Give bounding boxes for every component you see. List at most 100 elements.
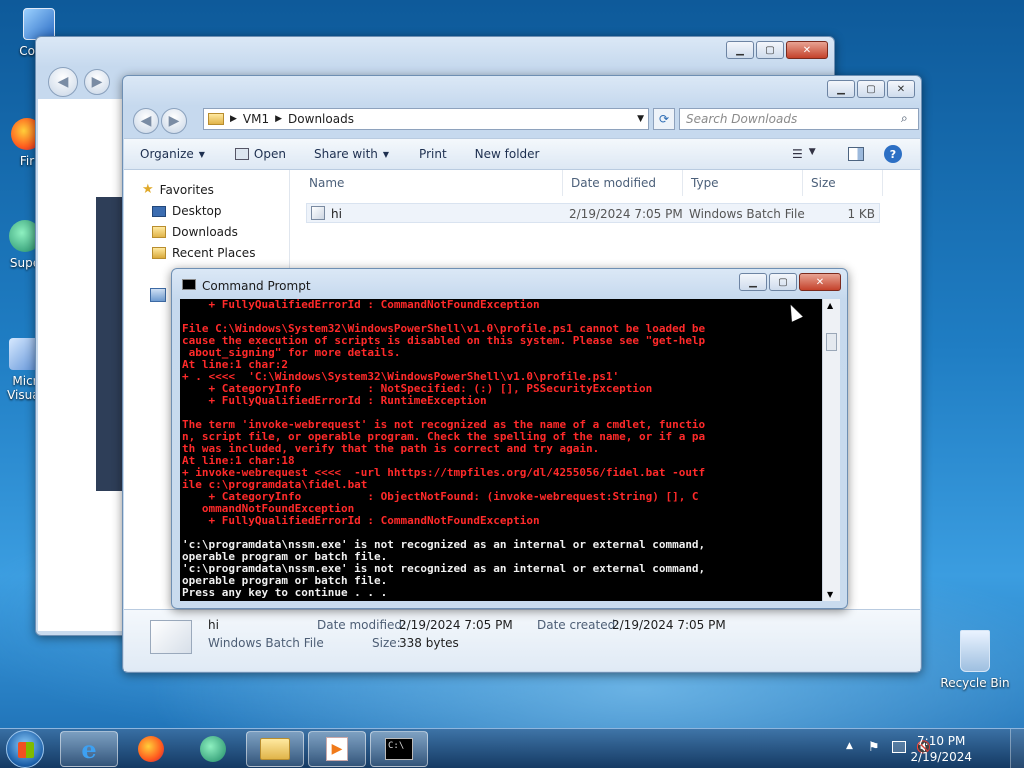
console-output[interactable]: + FullyQualifiedErrorId : CommandNotFoun…: [180, 299, 822, 601]
details-date-modified: 2/19/2024 7:05 PM: [399, 618, 513, 632]
taskbar-app[interactable]: [184, 731, 242, 767]
nav-downloads[interactable]: Downloads: [152, 225, 238, 239]
folder-icon: [260, 738, 290, 760]
details-file-icon: [150, 620, 192, 654]
taskbar-firefox[interactable]: [122, 731, 180, 767]
preview-pane-button[interactable]: [848, 147, 864, 161]
refresh-icon: ⟳: [658, 112, 670, 126]
new-folder-label: New folder: [474, 147, 540, 161]
nav-recent-places[interactable]: Recent Places: [152, 246, 255, 260]
taskbar: e ▶ C:\ ▲ ⚑ 🔇 7:10 PM 2/19/2024: [0, 728, 1024, 768]
media-player-icon: ▶: [326, 737, 348, 761]
command-prompt-window[interactable]: Command Prompt ▁ ▢ ✕ + FullyQualifiedErr…: [171, 268, 848, 609]
chevron-down-icon: ▼: [382, 149, 390, 159]
organize-button[interactable]: Organize ▼: [140, 147, 205, 161]
share-with-button[interactable]: Share with ▼: [314, 147, 389, 161]
view-list-icon: ☰: [792, 147, 803, 161]
breadcrumb-downloads[interactable]: Downloads: [288, 112, 354, 126]
breadcrumb-vm1[interactable]: VM1: [243, 112, 269, 126]
close-button[interactable]: ✕: [887, 80, 915, 98]
network-icon[interactable]: [892, 741, 906, 753]
file-size: 1 KB: [847, 207, 875, 221]
nav-favorites[interactable]: ★ Favorites: [142, 182, 214, 197]
cmd-title: Command Prompt: [202, 279, 311, 293]
nav-recent-places-label: Recent Places: [172, 246, 256, 260]
windows-logo-icon: [18, 742, 34, 758]
desktop-icon-recycle-bin[interactable]: Recycle Bin: [936, 630, 1014, 690]
internet-explorer-icon: e: [81, 734, 97, 764]
desktop-icon-label: Fir: [19, 154, 35, 168]
window-controls: ▁ ▢ ✕: [726, 41, 828, 59]
column-type[interactable]: Type: [683, 170, 803, 196]
taskbar-command-prompt[interactable]: C:\: [370, 731, 428, 767]
forward-button[interactable]: ▶: [161, 108, 187, 134]
vertical-scrollbar[interactable]: ▲ ▼: [822, 299, 840, 601]
firefox-icon: [138, 736, 164, 762]
taskbar-media-player[interactable]: ▶: [308, 731, 366, 767]
console-line: + FullyQualifiedErrorId : CommandNotFoun…: [182, 299, 540, 311]
close-button[interactable]: ✕: [799, 273, 841, 291]
system-clock[interactable]: 7:10 PM 2/19/2024: [910, 733, 972, 765]
refresh-button[interactable]: ⟳: [653, 108, 675, 130]
background-dark-panel: [96, 197, 122, 491]
chevron-down-icon[interactable]: ▼: [637, 114, 644, 124]
file-name: hi: [331, 207, 342, 221]
details-name: hi: [208, 618, 219, 632]
maximize-button[interactable]: ▢: [756, 41, 784, 59]
help-button[interactable]: ?: [884, 145, 902, 163]
minimize-button[interactable]: ▁: [726, 41, 754, 59]
console-lines: + FullyQualifiedErrorId : CommandNotFoun…: [180, 299, 822, 599]
open-button[interactable]: Open: [234, 147, 286, 161]
details-type: Windows Batch File: [208, 636, 324, 650]
details-size-label: Size:: [372, 636, 401, 650]
show-desktop-button[interactable]: [1010, 729, 1024, 768]
column-size[interactable]: Size: [803, 170, 883, 196]
taskbar-ie[interactable]: e: [60, 731, 118, 767]
file-row[interactable]: hi 2/19/2024 7:05 PM Windows Batch File …: [306, 203, 880, 223]
chevron-down-icon: ▼: [198, 149, 205, 159]
nav-favorites-label: Favorites: [159, 182, 214, 197]
organize-label: Organize: [140, 147, 194, 161]
nav-libraries-icon[interactable]: [150, 288, 166, 302]
help-icon: ?: [889, 147, 897, 161]
maximize-button[interactable]: ▢: [769, 273, 797, 291]
open-label: Open: [253, 147, 286, 161]
scroll-down-icon[interactable]: ▼: [827, 590, 833, 599]
open-icon: [234, 148, 249, 160]
minimize-button[interactable]: ▁: [827, 80, 855, 98]
share-with-label: Share with: [313, 147, 378, 161]
desktop-folder-icon: [152, 205, 166, 217]
folder-icon: [208, 113, 224, 125]
details-size: 338 bytes: [399, 636, 459, 650]
close-button[interactable]: ✕: [786, 41, 828, 59]
maximize-button[interactable]: ▢: [857, 80, 885, 98]
scroll-thumb[interactable]: [826, 333, 837, 351]
taskbar-explorer[interactable]: [246, 731, 304, 767]
forward-button[interactable]: ▶: [84, 69, 110, 95]
nav-downloads-label: Downloads: [172, 225, 238, 239]
recent-places-icon: [152, 247, 166, 259]
view-options-button[interactable]: ☰ ▼: [792, 147, 816, 161]
window-controls: ▁ ▢ ✕: [739, 273, 841, 291]
print-button[interactable]: Print: [419, 147, 447, 161]
recycle-bin-icon: [960, 630, 990, 672]
minimize-button[interactable]: ▁: [739, 273, 767, 291]
address-bar[interactable]: ▶ VM1 ▶ Downloads ▼: [203, 108, 649, 130]
search-input[interactable]: Search Downloads: [679, 108, 919, 130]
column-name[interactable]: Name: [301, 170, 563, 196]
new-folder-button[interactable]: New folder: [475, 147, 540, 161]
show-hidden-icons-icon[interactable]: ▲: [846, 741, 853, 751]
flag-icon[interactable]: ⚑: [868, 740, 880, 755]
console-line: + FullyQualifiedErrorId : CommandNotFoun…: [182, 514, 540, 527]
start-button[interactable]: [6, 730, 44, 768]
column-date-modified[interactable]: Date modified: [563, 170, 683, 196]
back-button[interactable]: ◀: [48, 67, 78, 97]
file-date-modified: 2/19/2024 7:05 PM: [569, 207, 683, 221]
breadcrumb-separator-icon: ▶: [230, 114, 237, 124]
search-icon[interactable]: ⌕: [901, 111, 908, 126]
back-button[interactable]: ◀: [133, 108, 159, 134]
star-icon: ★: [142, 182, 154, 197]
nav-desktop[interactable]: Desktop: [152, 204, 222, 218]
app-icon: [200, 736, 226, 762]
scroll-up-icon[interactable]: ▲: [827, 301, 833, 310]
